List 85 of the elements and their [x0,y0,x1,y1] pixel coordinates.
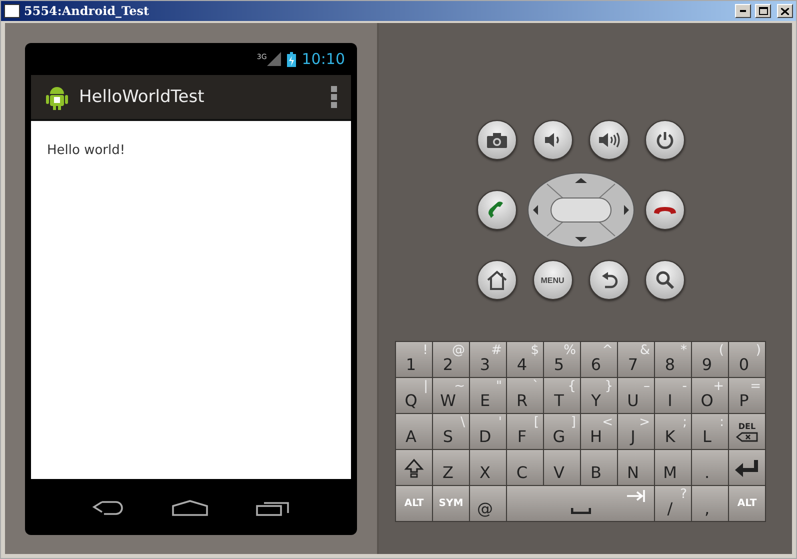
keyboard-key[interactable]: X [470,450,506,485]
keyboard-key[interactable]: . [692,450,728,485]
keyboard-key[interactable]: S \ [433,414,469,449]
shift-arrow-icon [404,458,424,478]
window-title: 5554:Android_Test [24,4,150,18]
search-icon [654,270,674,290]
back-button[interactable] [588,260,628,300]
keyboard-key[interactable]: W ~ [433,378,469,413]
maximize-icon [758,7,768,15]
keyboard-key[interactable]: Z [433,450,469,485]
android-robot-icon [45,84,69,110]
keyboard-key[interactable]: J > [618,414,654,449]
recent-apps-icon[interactable] [256,500,290,516]
menu-button[interactable]: MENU [532,260,572,300]
keyboard-key[interactable]: 4 $ [507,342,543,377]
keyboard-key[interactable]: O + [692,378,728,413]
dpad[interactable] [526,172,634,248]
keyboard-key[interactable]: / ? [655,486,691,521]
close-icon [781,8,789,14]
keyboard-key[interactable]: 7 & [618,342,654,377]
back-arrow-icon [600,270,618,290]
speaker-high-icon [598,131,620,149]
end-call-button[interactable] [644,190,684,230]
power-button[interactable] [644,120,684,160]
space-bar-icon [570,508,590,514]
keyboard-key[interactable]: A [396,414,432,449]
enter-arrow-icon [734,458,760,478]
backspace-icon [736,432,758,442]
keyboard-key[interactable]: K ; [655,414,691,449]
keyboard-key[interactable]: P = [729,378,765,413]
app-icon [4,4,20,18]
phone-handset-icon [652,204,676,216]
home-button[interactable] [476,260,516,300]
keyboard-key[interactable]: @ [470,486,506,521]
keyboard-key[interactable]: T { [544,378,580,413]
close-button[interactable] [777,4,793,18]
keyboard-key[interactable]: Q | [396,378,432,413]
camera-button[interactable] [476,120,516,160]
signal-icon [266,52,281,66]
speaker-low-icon [544,132,562,148]
power-icon [656,131,674,149]
battery-charging-icon [286,52,296,66]
keyboard-key[interactable]: 2 @ [433,342,469,377]
keyboard-key[interactable]: 9 ( [692,342,728,377]
keyboard-key[interactable]: E " [470,378,506,413]
home-icon[interactable] [172,500,208,516]
keyboard-key[interactable]: N [618,450,654,485]
keyboard-key[interactable]: D ' [470,414,506,449]
call-button[interactable] [476,190,516,230]
keyboard-key[interactable]: C [507,450,543,485]
volume-up-button[interactable] [588,120,628,160]
keyboard-key[interactable]: 1 ! [396,342,432,377]
keyboard-key[interactable]: H < [581,414,617,449]
body-text: Hello world! [47,143,126,158]
keyboard-key[interactable]: 6 ^ [581,342,617,377]
keyboard-key[interactable]: B [581,450,617,485]
volume-down-button[interactable] [532,120,572,160]
keyboard-key[interactable]: F [ [507,414,543,449]
shift-key[interactable] [396,450,432,485]
keyboard-key[interactable]: 8 * [655,342,691,377]
tab-arrow-icon [626,490,646,502]
keyboard-key[interactable]: G ] [544,414,580,449]
home-icon [486,270,508,290]
enter-key[interactable] [729,450,765,485]
keyboard-key[interactable]: L : [692,414,728,449]
clock: 10:10 [302,50,345,68]
minimize-button[interactable] [735,4,751,18]
back-arrow-icon[interactable] [92,500,124,516]
keyboard-key[interactable]: V [544,450,580,485]
app-title: HelloWorldTest [79,87,206,107]
keyboard-key[interactable]: R ` [507,378,543,413]
keyboard-key[interactable]: Y } [581,378,617,413]
keyboard-key[interactable]: 5 % [544,342,580,377]
keyboard-key[interactable]: 0 ) [729,342,765,377]
overflow-menu-icon[interactable] [331,86,337,108]
maximize-button[interactable] [755,4,771,18]
delete-key[interactable]: DEL [729,414,765,449]
keyboard-key[interactable]: M [655,450,691,485]
keyboard-key[interactable]: I - [655,378,691,413]
search-button[interactable] [644,260,684,300]
keyboard-key[interactable]: 3 # [470,342,506,377]
keyboard-key[interactable]: , [692,486,728,521]
keyboard-key[interactable]: U – [618,378,654,413]
minimize-icon [740,10,746,12]
camera-icon [486,132,506,148]
